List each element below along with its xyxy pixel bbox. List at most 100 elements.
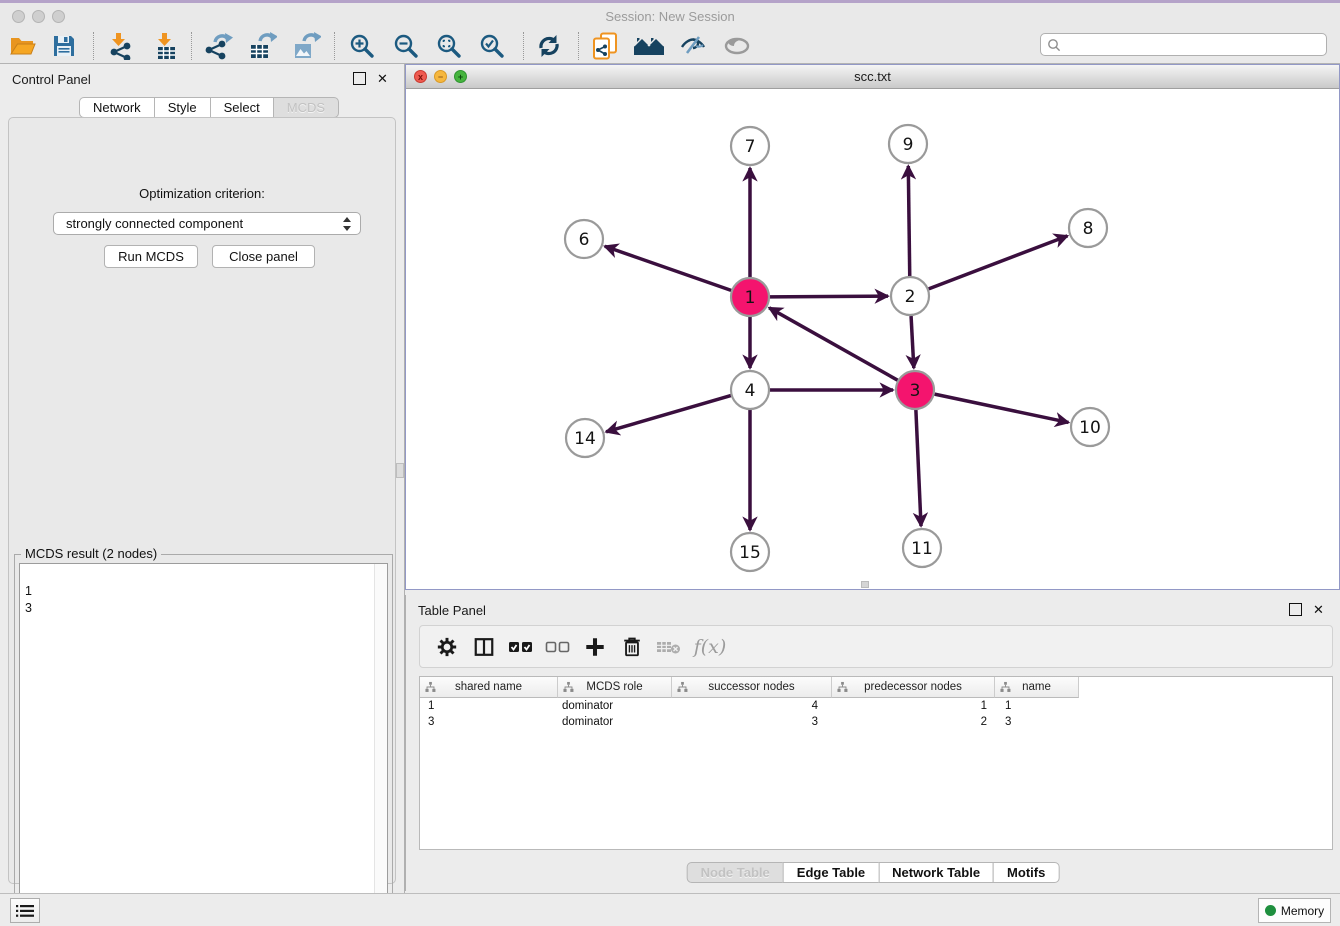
graph-node-10[interactable]: 10 [1071, 408, 1109, 446]
delete-row-button[interactable] [613, 630, 650, 664]
edge-2-to-8[interactable] [929, 236, 1068, 289]
tab-node-table[interactable]: Node Table [687, 862, 784, 883]
zoom-out-button[interactable] [390, 31, 422, 61]
run-mcds-button[interactable]: Run MCDS [104, 245, 198, 268]
tab-network[interactable]: Network [79, 97, 155, 118]
table-row[interactable]: 1dominator411 [420, 698, 1332, 714]
edge-4-to-14[interactable] [606, 396, 731, 432]
export-image-icon [291, 32, 321, 60]
graph-node-14[interactable]: 14 [566, 419, 604, 457]
column-header-MCDS-role[interactable]: MCDS role [558, 677, 672, 698]
graph-node-4[interactable]: 4 [731, 371, 769, 409]
open-session-icon [9, 34, 36, 58]
edge-2-to-3[interactable] [911, 316, 914, 368]
window-title: Session: New Session [0, 9, 1340, 24]
graph-node-3[interactable]: 3 [896, 371, 934, 409]
control-panel-title: Control Panel [12, 72, 91, 87]
column-header-successor-nodes[interactable]: successor nodes [672, 677, 832, 698]
node-label: 15 [739, 543, 761, 563]
mcds-result-textarea[interactable]: 1 3 [19, 563, 388, 922]
import-network-button[interactable] [104, 31, 136, 61]
open-session-button[interactable] [6, 31, 38, 61]
network-window-titlebar[interactable]: x − + scc.txt [406, 65, 1339, 89]
canvas-grip[interactable] [861, 581, 869, 588]
tab-edge-table[interactable]: Edge Table [783, 862, 879, 883]
refresh-button[interactable] [533, 31, 565, 61]
function-builder-button[interactable]: f(x) [687, 630, 733, 664]
memory-button[interactable]: Memory [1258, 898, 1331, 923]
tab-mcds[interactable]: MCDS [273, 97, 339, 118]
table-cell: 4 [672, 698, 832, 714]
graph-node-6[interactable]: 6 [565, 220, 603, 258]
network-window-title: scc.txt [406, 69, 1339, 84]
graph-node-7[interactable]: 7 [731, 127, 769, 165]
zoom-fit-button[interactable] [433, 31, 465, 61]
table-row[interactable]: 3dominator323 [420, 714, 1332, 730]
table-tabs: Node TableEdge TableNetwork TableMotifs [687, 862, 1060, 883]
close-panel-button[interactable]: Close panel [212, 245, 315, 268]
search-input[interactable] [1065, 38, 1326, 52]
task-history-button[interactable] [10, 898, 40, 923]
memory-status-icon [1265, 905, 1276, 916]
column-header-predecessor-nodes[interactable]: predecessor nodes [832, 677, 995, 698]
close-panel-icon[interactable]: ✕ [376, 72, 389, 85]
table-cell: 1 [995, 698, 1079, 714]
tab-select[interactable]: Select [210, 97, 274, 118]
hide-button[interactable] [677, 31, 709, 61]
table-toolbar: f(x) [419, 625, 1333, 668]
zoom-selected-button[interactable] [476, 31, 508, 61]
graph-node-11[interactable]: 11 [903, 529, 941, 567]
tab-motifs[interactable]: Motifs [993, 862, 1059, 883]
edge-1-to-2[interactable] [770, 296, 888, 297]
column-type-icon [837, 681, 848, 693]
optimization-criterion-dropdown[interactable]: strongly connected component [53, 212, 361, 235]
edge-1-to-6[interactable] [605, 246, 731, 290]
edge-2-to-9[interactable] [908, 166, 909, 276]
tab-style[interactable]: Style [154, 97, 211, 118]
column-layout-button[interactable] [465, 630, 502, 664]
export-image-button[interactable] [290, 31, 322, 61]
graph-node-2[interactable]: 2 [891, 277, 929, 315]
node-label: 8 [1083, 219, 1094, 239]
edge-3-to-1[interactable] [769, 308, 897, 380]
column-header-shared-name[interactable]: shared name [420, 677, 558, 698]
edge-3-to-10[interactable] [935, 394, 1069, 422]
app-window: Session: New Session [0, 0, 1340, 926]
export-network-button[interactable] [202, 31, 234, 61]
show-button[interactable] [721, 31, 753, 61]
delete-table-button[interactable] [650, 630, 687, 664]
edge-3-to-11[interactable] [916, 410, 921, 526]
home-button[interactable] [633, 31, 665, 61]
graph-node-9[interactable]: 9 [889, 125, 927, 163]
select-all-button[interactable] [502, 630, 539, 664]
graph-node-15[interactable]: 15 [731, 533, 769, 571]
node-label: 2 [905, 287, 916, 307]
control-panel-header: Control Panel ✕ [0, 64, 404, 94]
graph-node-1[interactable]: 1 [731, 278, 769, 316]
zoom-in-button[interactable] [346, 31, 378, 61]
toolbar-separator [93, 32, 94, 60]
result-scrollbar[interactable] [374, 564, 387, 921]
graph-node-8[interactable]: 8 [1069, 209, 1107, 247]
import-table-button[interactable] [150, 31, 182, 61]
add-row-button[interactable] [576, 630, 613, 664]
network-canvas[interactable]: 7 9 6 8 1 2 4 3 14 10 15 11 [406, 89, 1339, 589]
search-field[interactable] [1040, 33, 1327, 56]
table-panel: Table Panel ✕ [405, 595, 1340, 891]
column-type-icon [677, 681, 688, 693]
network-file-button[interactable] [589, 31, 621, 61]
split-divider-handle[interactable] [396, 463, 404, 478]
unselect-all-button[interactable] [539, 630, 576, 664]
table-settings-button[interactable] [428, 630, 465, 664]
main-toolbar [0, 28, 1340, 64]
close-table-panel-icon[interactable]: ✕ [1312, 603, 1325, 616]
function-builder-icon: f(x) [694, 636, 727, 658]
save-session-button[interactable] [48, 31, 80, 61]
column-header-name[interactable]: name [995, 677, 1079, 698]
tab-network-table[interactable]: Network Table [878, 862, 994, 883]
search-icon [1047, 38, 1061, 52]
float-table-panel-icon[interactable] [1289, 603, 1302, 616]
export-table-button[interactable] [246, 31, 278, 61]
float-panel-icon[interactable] [353, 72, 366, 85]
table-cell: 3 [420, 714, 558, 730]
